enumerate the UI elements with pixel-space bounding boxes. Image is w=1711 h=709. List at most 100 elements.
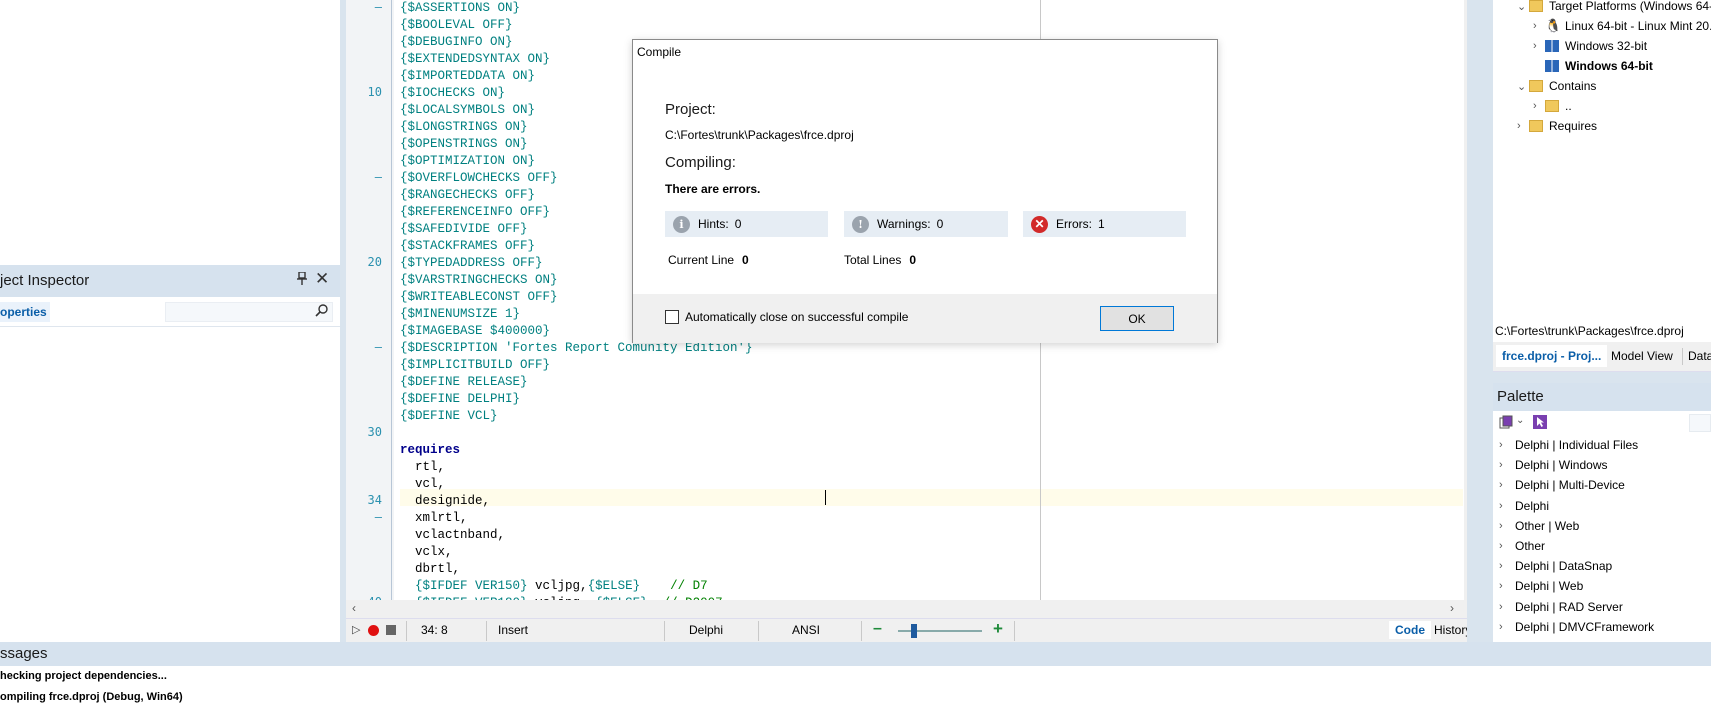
chevron-right-icon[interactable]: › (1499, 459, 1511, 471)
tree-item[interactable]: Windows 64-bit (1533, 56, 1653, 76)
close-icon[interactable]: ✕ (315, 269, 329, 289)
chevron-right-icon[interactable]: › (1533, 20, 1545, 32)
chevron-right-icon[interactable]: › (1499, 439, 1511, 451)
tree-item[interactable]: ›.. (1533, 96, 1572, 116)
code-line[interactable]: {$MINENUMSIZE 1} (400, 306, 520, 323)
code-line[interactable]: vclx, (400, 544, 453, 561)
code-line[interactable]: {$ASSERTIONS ON} (400, 0, 520, 17)
code-line[interactable]: {$DEFINE RELEASE} (400, 374, 528, 391)
code-line[interactable]: {$DEBUGINFO ON} (400, 34, 513, 51)
code-line[interactable]: {$DEFINE DELPHI} (400, 391, 520, 408)
chevron-right-icon[interactable]: › (1499, 560, 1511, 572)
chevron-down-icon[interactable]: ⌄ (1517, 80, 1529, 93)
message-line[interactable]: ompiling frce.dproj (Debug, Win64) (0, 691, 183, 703)
palette-category[interactable]: › Delphi | DataSnap (1499, 556, 1612, 576)
tree-item[interactable]: ⌄ Contains (1517, 76, 1596, 96)
code-line[interactable]: {$OPTIMIZATION ON} (400, 153, 535, 170)
code-line[interactable]: {$LOCALSYMBOLS ON} (400, 102, 535, 119)
chevron-down-icon[interactable]: ⌄ (1516, 415, 1530, 429)
code-line[interactable]: designide, (400, 493, 490, 510)
insert-mode[interactable]: Insert (498, 623, 528, 637)
code-line[interactable]: dbrtl, (400, 561, 460, 578)
ok-button[interactable]: OK (1100, 306, 1174, 331)
tab-model-view[interactable]: Model View (1611, 349, 1673, 363)
palette-category[interactable]: › Delphi (1499, 496, 1549, 516)
code-line[interactable]: {$IFDEF VER150} vcljpg,{$ELSE} // D7 (400, 578, 708, 595)
chevron-right-icon[interactable]: › (1499, 520, 1511, 532)
auto-close-checkbox[interactable] (665, 310, 679, 324)
pin-icon[interactable] (296, 271, 308, 288)
stop-macro-icon[interactable] (386, 625, 396, 635)
palette-category[interactable]: › Other | Web (1499, 516, 1579, 536)
code-line[interactable]: vclactnband, (400, 527, 505, 544)
tab-data-explorer[interactable]: Data (1688, 349, 1711, 363)
auto-close-label[interactable]: Automatically close on successful compil… (685, 310, 908, 324)
code-line[interactable]: {$IOCHECKS ON} (400, 85, 505, 102)
code-line[interactable]: {$OPENSTRINGS ON} (400, 136, 528, 153)
palette-category[interactable]: › Delphi | Web (1499, 576, 1583, 596)
chevron-right-icon[interactable]: › (1517, 120, 1529, 132)
scroll-left-icon[interactable]: ‹ (352, 601, 356, 615)
play-macro-icon[interactable]: ▷ (352, 623, 360, 636)
code-line[interactable]: {$STACKFRAMES OFF} (400, 238, 535, 255)
code-line[interactable]: {$OVERFLOWCHECKS OFF} (400, 170, 558, 187)
code-line[interactable]: xmlrtl, (400, 510, 468, 527)
object-inspector-search-input[interactable] (165, 302, 333, 322)
chevron-right-icon[interactable]: › (1499, 479, 1511, 491)
code-line[interactable]: {$DEFINE VCL} (400, 408, 498, 425)
tab-code[interactable]: Code (1389, 621, 1431, 639)
code-line[interactable]: {$TYPEDADDRESS OFF} (400, 255, 543, 272)
code-line[interactable]: {$SAFEDIVIDE OFF} (400, 221, 528, 238)
code-line[interactable]: {$EXTENDEDSYNTAX ON} (400, 51, 550, 68)
current-line-label: Current Line (668, 253, 735, 267)
tree-item[interactable]: › 🐧 Linux 64-bit - Linux Mint 20. (1533, 16, 1711, 36)
code-token: {$DEFINE DELPHI} (400, 392, 521, 406)
encoding-indicator[interactable]: ANSI (792, 623, 820, 637)
chevron-right-icon[interactable]: › (1533, 100, 1545, 112)
editor-horizontal-scrollbar[interactable]: ‹ › (346, 600, 1467, 618)
record-macro-icon[interactable] (368, 625, 379, 636)
pointer-tool-icon[interactable] (1533, 415, 1547, 429)
code-line[interactable]: {$LONGSTRINGS ON} (400, 119, 528, 136)
code-line[interactable]: {$IMPLICITBUILD OFF} (400, 357, 550, 374)
scroll-right-icon[interactable]: › (1450, 601, 1454, 615)
tab-history[interactable]: History (1434, 623, 1471, 637)
palette-category[interactable]: › Delphi | Windows (1499, 455, 1607, 475)
chevron-down-icon[interactable]: ⌄ (1517, 0, 1529, 13)
message-line[interactable]: hecking project dependencies... (0, 670, 167, 682)
chevron-right-icon[interactable]: › (1499, 540, 1511, 552)
code-line[interactable]: {$IMPORTEDDATA ON} (400, 68, 535, 85)
code-line[interactable]: {$REFERENCEINFO OFF} (400, 204, 550, 221)
code-line[interactable]: {$VARSTRINGCHECKS ON} (400, 272, 558, 289)
line-number: – (374, 170, 382, 184)
code-line[interactable]: {$BOOLEVAL OFF} (400, 17, 513, 34)
zoom-in-icon[interactable]: + (993, 619, 1003, 639)
code-line[interactable]: rtl, (400, 459, 445, 476)
chevron-right-icon[interactable]: › (1533, 40, 1545, 52)
code-line[interactable]: {$WRITEABLECONST OFF} (400, 289, 558, 306)
right-splitter[interactable] (1467, 0, 1493, 642)
zoom-out-icon[interactable]: – (873, 620, 882, 638)
palette-search-input[interactable] (1689, 414, 1711, 432)
palette-category[interactable]: › Delphi | Individual Files (1499, 435, 1638, 455)
code-line[interactable]: requires (400, 442, 460, 459)
tab-project-manager[interactable]: frce.dproj - Proj... (1496, 345, 1608, 367)
code-line[interactable]: vcl, (400, 476, 445, 493)
zoom-slider-thumb[interactable] (910, 624, 917, 638)
chevron-right-icon[interactable]: › (1499, 601, 1511, 613)
code-line[interactable]: {$IMAGEBASE $400000} (400, 323, 550, 340)
tree-item[interactable]: ⌄ Target Platforms (Windows 64-b (1517, 0, 1711, 16)
palette-category[interactable]: › Delphi | DMVCFramework (1499, 617, 1654, 637)
chevron-right-icon[interactable]: › (1499, 580, 1511, 592)
palette-categories-icon[interactable] (1499, 415, 1513, 429)
tree-item[interactable]: › Windows 32-bit (1533, 36, 1647, 56)
palette-category[interactable]: › Delphi | RAD Server (1499, 597, 1623, 617)
code-line[interactable]: {$RANGECHECKS OFF} (400, 187, 535, 204)
palette-category[interactable]: › Other (1499, 536, 1545, 556)
tree-item[interactable]: › Requires (1517, 116, 1597, 136)
search-icon[interactable] (315, 304, 328, 320)
palette-category[interactable]: › Delphi | Multi-Device (1499, 475, 1625, 495)
chevron-right-icon[interactable]: › (1499, 621, 1511, 633)
tab-properties[interactable]: operties (0, 302, 50, 322)
chevron-right-icon[interactable]: › (1499, 500, 1511, 512)
